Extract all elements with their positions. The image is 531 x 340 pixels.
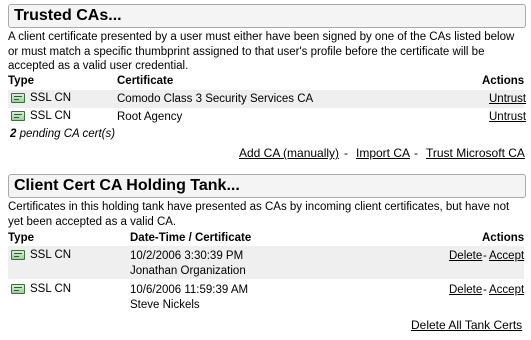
column-header-certificate: Certificate (117, 75, 174, 87)
trusted-cas-header: Trusted CAs... (8, 4, 526, 28)
holding-tank-title: Client Cert CA Holding Tank... (14, 177, 240, 194)
certificate-icon (11, 250, 25, 260)
cert-name: Comodo Class 3 Security Services CA (117, 93, 314, 105)
certificate-icon (11, 111, 25, 121)
holding-tank-description: Certificates in this holding tank have p… (8, 201, 510, 228)
action-separator: - (483, 250, 487, 262)
certificate-icon (11, 284, 25, 294)
column-header-actions: Actions (482, 75, 525, 87)
delete-link[interactable]: Delete (449, 250, 482, 262)
add-ca-manually-link[interactable]: Add CA (manually) (239, 146, 339, 160)
column-header-type: Type (8, 75, 34, 87)
cert-type: SSL CN (30, 283, 72, 295)
trust-microsoft-ca-link[interactable]: Trust Microsoft CA (426, 146, 525, 160)
column-header-type: Type (8, 232, 34, 244)
accept-link[interactable]: Accept (489, 284, 524, 296)
cert-type: SSL CN (30, 92, 72, 104)
action-separator: - (483, 284, 487, 296)
column-header-datetime-certificate: Date-Time / Certificate (130, 232, 252, 244)
table-row: SSL CN Root Agency Untrust (8, 108, 526, 126)
import-ca-link[interactable]: Import CA (356, 146, 410, 160)
cert-name: Root Agency (117, 111, 183, 123)
untrust-link[interactable]: Untrust (489, 111, 526, 123)
delete-link[interactable]: Delete (449, 284, 482, 296)
table-row: SSL CN Comodo Class 3 Security Services … (8, 90, 526, 108)
pending-count-label: pending CA cert(s) (16, 128, 116, 140)
table-row: SSL CN 10/6/2006 11:59:39 AM Steve Nicke… (8, 280, 524, 313)
delete-all-tank-certs-link[interactable]: Delete All Tank Certs (411, 318, 522, 332)
table-row: SSL CN 10/2/2006 3:30:39 PM Jonathan Org… (8, 246, 524, 279)
column-header-actions: Actions (482, 232, 525, 244)
holding-tank-header: Client Cert CA Holding Tank... (8, 174, 526, 198)
pending-ca-count: 2 pending CA cert(s) (10, 128, 115, 140)
untrust-link[interactable]: Untrust (489, 93, 526, 105)
cert-type: SSL CN (30, 110, 72, 122)
cert-name: Jonathan Organization (130, 265, 246, 277)
trusted-cas-description: A client certificate presented by a user… (8, 31, 515, 72)
link-separator: - (414, 146, 418, 160)
link-separator: - (344, 146, 348, 160)
cert-name: Steve Nickels (130, 299, 200, 311)
cert-datetime: 10/6/2006 11:59:39 AM (130, 284, 249, 296)
accept-link[interactable]: Accept (489, 250, 524, 262)
cert-type: SSL CN (30, 249, 72, 261)
certificate-icon (11, 93, 25, 103)
cert-datetime: 10/2/2006 3:30:39 PM (130, 250, 244, 262)
trusted-cas-title: Trusted CAs... (14, 7, 122, 24)
